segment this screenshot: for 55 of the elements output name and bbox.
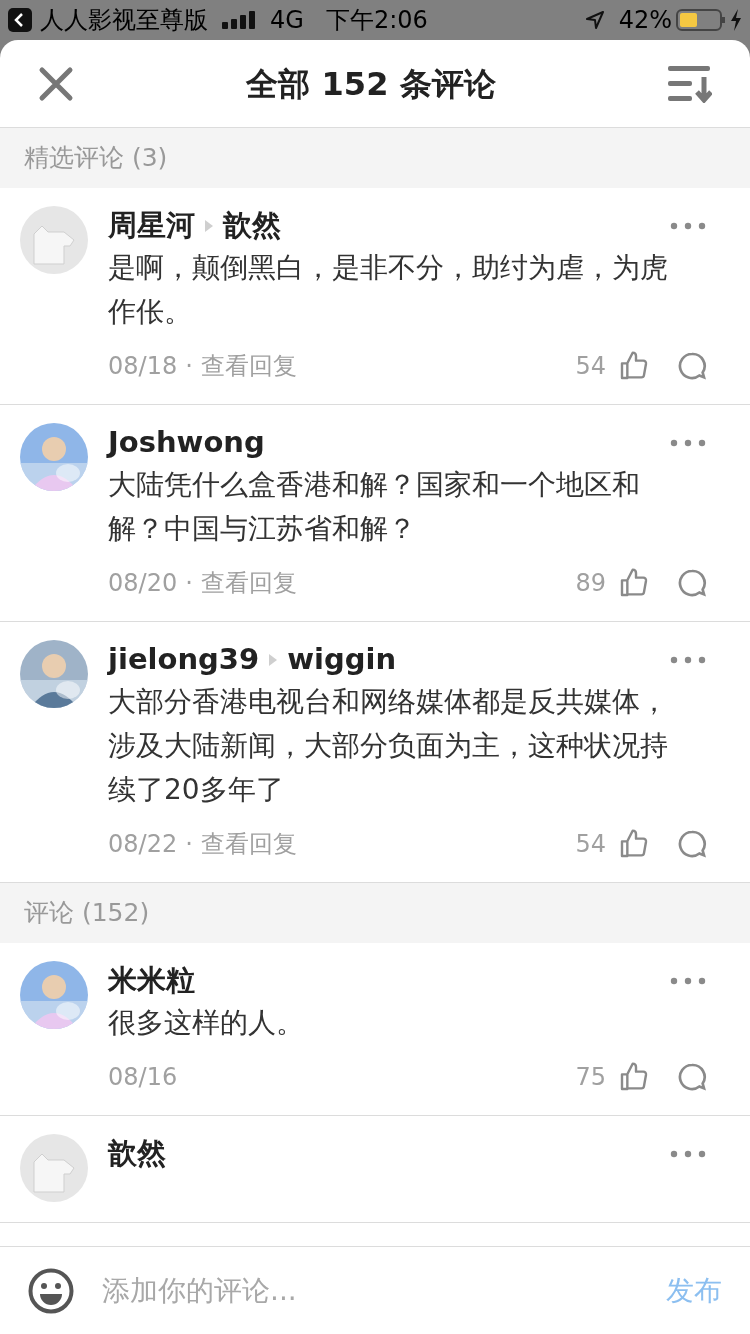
more-icon[interactable] (670, 977, 706, 985)
section-title: 精选评论 (3) (24, 142, 168, 175)
comment-icon[interactable] (676, 567, 708, 599)
battery-icon (676, 9, 726, 31)
more-icon[interactable] (670, 222, 706, 230)
user-name[interactable]: 米米粒 (108, 959, 195, 1003)
back-icon[interactable] (8, 8, 32, 32)
thumbs-up-icon[interactable] (618, 567, 650, 599)
like-count: 54 (575, 829, 606, 860)
network-label: 4G (270, 5, 304, 36)
more-icon[interactable] (670, 1150, 706, 1158)
reply-arrow-icon (268, 653, 279, 667)
user-name[interactable]: 周星河 (108, 204, 195, 248)
comment-date: 08/18 (108, 351, 178, 382)
reply-to-name[interactable]: 歆然 (223, 204, 281, 248)
emoji-icon[interactable] (28, 1267, 74, 1314)
sort-icon[interactable] (668, 64, 712, 103)
comment-date: 08/20 (108, 568, 178, 599)
user-name[interactable]: jielong39 (108, 638, 260, 682)
comment-date: 08/16 (108, 1062, 178, 1093)
avatar-placeholder-icon (20, 1134, 88, 1202)
dot-separator: · (185, 568, 193, 599)
page-title: 全部 152 条评论 (245, 63, 497, 105)
comment-icon[interactable] (676, 828, 708, 860)
comment-text: 大部分香港电视台和网络媒体都是反共媒体，涉及大陆新闻，大部分负面为主，这种状况持续了20多年了 (108, 684, 669, 808)
comment-text: 大陆凭什么盒香港和解？国家和一个地区和解？中国与江苏省和解？ (108, 467, 641, 547)
reply-arrow-icon (204, 219, 214, 233)
comment-text: 是啊，颠倒黑白，是非不分，助纣为虐，为虎作伥。 (108, 250, 669, 330)
comment-date: 08/22 (108, 829, 178, 860)
reply-to-name[interactable]: wiggin (287, 638, 397, 682)
charging-icon (730, 9, 742, 31)
user-name[interactable]: Joshwong (108, 421, 265, 465)
like-count: 89 (575, 568, 606, 599)
dot-separator: · (185, 351, 193, 382)
thumbs-up-icon[interactable] (618, 1061, 650, 1093)
close-icon[interactable] (38, 65, 74, 102)
location-icon (584, 10, 605, 30)
thumbs-up-icon[interactable] (618, 350, 650, 382)
avatar-placeholder-icon (20, 206, 88, 274)
signal-icon (222, 11, 258, 29)
user-name[interactable]: 歆然 (108, 1132, 166, 1176)
comment-icon[interactable] (676, 350, 708, 382)
clock: 下午2:06 (325, 5, 428, 36)
thumbs-up-icon[interactable] (618, 828, 650, 860)
comment-text: 很多这样的人。 (108, 1005, 305, 1041)
dot-separator: · (185, 829, 193, 860)
more-icon[interactable] (670, 439, 706, 447)
section-title: 评论 (152) (24, 897, 150, 930)
more-icon[interactable] (670, 656, 706, 664)
comment-icon[interactable] (676, 1061, 708, 1093)
back-app-label[interactable]: 人人影视至尊版 (40, 2, 208, 38)
battery-percent: 42% (618, 5, 672, 36)
comment-input[interactable]: 添加你的评论... (102, 1269, 666, 1312)
like-count: 75 (575, 1062, 606, 1093)
like-count: 54 (575, 351, 606, 382)
